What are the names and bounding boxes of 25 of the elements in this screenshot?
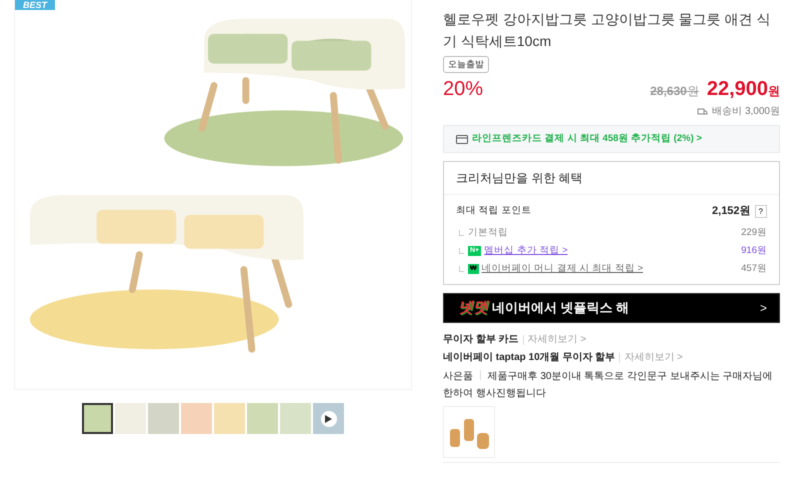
benefit-value: 457원 (741, 262, 767, 276)
installment-label: 네이버페이 taptap 10개월 무이자 할부 (443, 350, 616, 365)
promo-banner[interactable]: 넷멧 네이버에서 넷플릭스 해 > (443, 292, 780, 323)
gift-text: 사은품 제품구매후 30분이내 톡톡으로 각인문구 보내주시는 구매자님에 한하여 행사진행됩니다 (443, 368, 774, 401)
sale-price: 22,900원 (706, 77, 780, 102)
best-badge: BEST (15, 0, 56, 10)
details-link[interactable]: 자세히보기 > (528, 330, 586, 349)
help-button[interactable]: ? (754, 205, 767, 218)
shipping-fee: 배송비 3,000원 (712, 105, 780, 119)
banner-logo: 넷멧 (458, 298, 488, 318)
details-link[interactable]: 자세히보기 > (624, 348, 683, 367)
banner-text: 네이버에서 넷플릭스 해 (492, 299, 630, 317)
max-points-label: 최대 적립 포인트 (456, 204, 532, 218)
benefit-link[interactable]: 멤버십 추가 적립 > (484, 242, 568, 260)
discount-rate: 20% (443, 77, 484, 102)
installment-label: 무이자 할부 카드 (443, 332, 519, 347)
benefit-value: 916원 (741, 244, 767, 258)
max-points-value: 2,152원 (712, 204, 751, 220)
benefit-link[interactable]: 네이버페이 머니 결제 시 최대 적립 > (482, 260, 643, 278)
chevron-icon: > (760, 298, 767, 317)
benefits-title: 크리처님만을 위한 혜택 (444, 162, 779, 196)
shipping-tag: 오늘출발 (443, 56, 489, 73)
benefit-value: 229원 (741, 226, 767, 240)
benefit-label: 기본적립 (468, 226, 508, 240)
product-title: 헬로우펫 강아지밥그릇 고양이밥그릇 물그릇 애견 식기 식탁세트10cm (443, 10, 772, 51)
